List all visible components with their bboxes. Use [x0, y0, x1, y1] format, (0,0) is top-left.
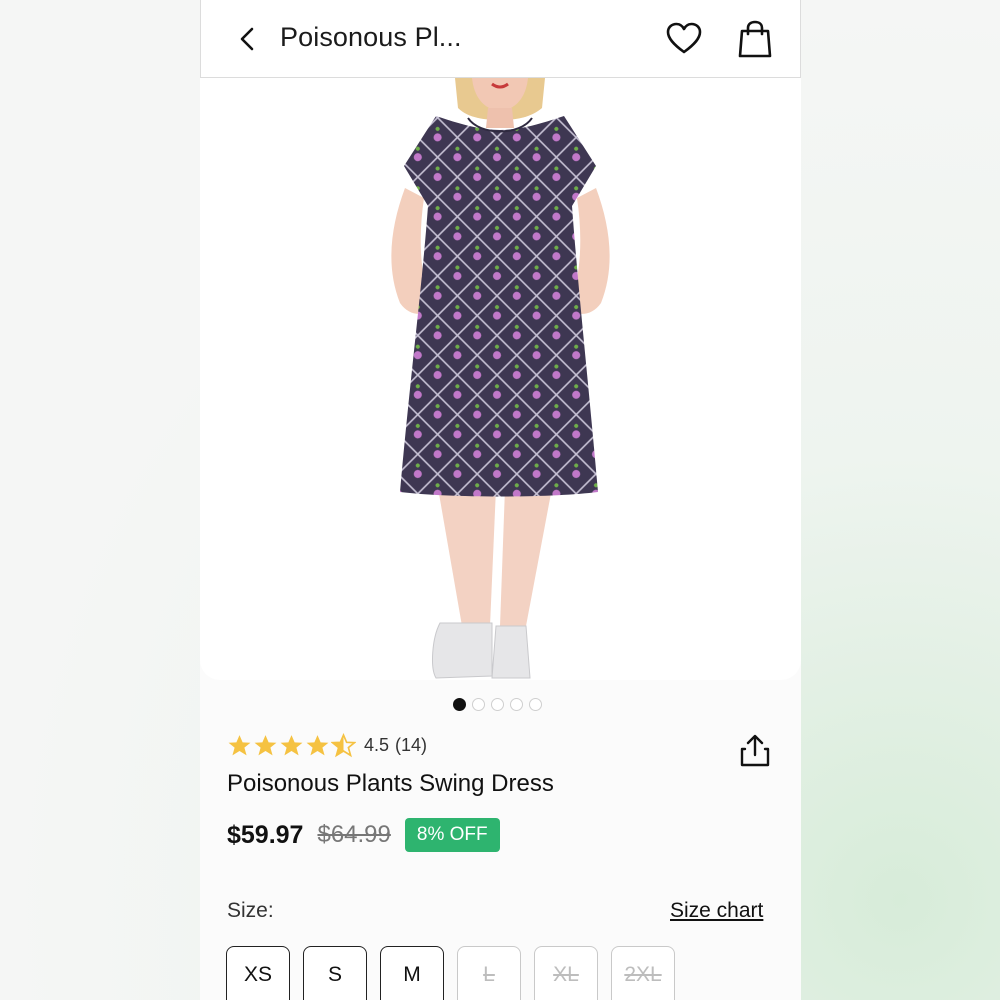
- size-option-2xl[interactable]: 2XL: [611, 946, 675, 1000]
- review-count[interactable]: (14): [395, 735, 427, 756]
- product-rating[interactable]: 4.5 (14): [227, 733, 427, 758]
- size-options: XS S M L XL 2XL: [226, 946, 675, 1000]
- star-icon: [228, 735, 251, 756]
- shopping-bag-icon: [738, 20, 772, 58]
- product-page: Poisonous Pl... 4.5 (14) Poisonous Plant…: [200, 0, 801, 1000]
- heart-icon: [666, 22, 702, 54]
- rating-stars: [227, 733, 356, 758]
- product-image[interactable]: [200, 78, 801, 680]
- original-price: $64.99: [317, 821, 391, 848]
- share-button[interactable]: [737, 733, 773, 769]
- product-name: Poisonous Plants Swing Dress: [227, 770, 554, 797]
- star-icon: [306, 735, 329, 756]
- chevron-left-icon: [240, 27, 254, 51]
- size-option-xl[interactable]: XL: [534, 946, 598, 1000]
- size-option-l[interactable]: L: [457, 946, 521, 1000]
- page-title: Poisonous Pl...: [280, 22, 462, 52]
- gallery-dot-3[interactable]: [491, 698, 504, 711]
- gallery-dot-4[interactable]: [510, 698, 523, 711]
- rating-value: 4.5: [364, 735, 390, 755]
- share-icon: [740, 734, 770, 767]
- back-button[interactable]: [233, 24, 263, 54]
- star-icon: [280, 735, 303, 756]
- dress-photo: [391, 78, 610, 679]
- price-row: $59.97 $64.99 8% OFF: [227, 818, 500, 852]
- size-label: Size:: [227, 899, 274, 922]
- gallery-dot-2[interactable]: [472, 698, 485, 711]
- top-bar: Poisonous Pl...: [200, 0, 801, 78]
- gallery-dot-1[interactable]: [453, 698, 466, 711]
- size-option-xs[interactable]: XS: [226, 946, 290, 1000]
- wishlist-button[interactable]: [665, 20, 703, 58]
- sale-price: $59.97: [227, 820, 304, 849]
- gallery-dot-5[interactable]: [529, 698, 542, 711]
- size-option-m[interactable]: M: [380, 946, 444, 1000]
- half-star-icon: [331, 733, 356, 758]
- size-option-s[interactable]: S: [303, 946, 367, 1000]
- star-icon: [254, 735, 277, 756]
- cart-button[interactable]: [737, 19, 773, 59]
- gallery-pagination: [453, 698, 542, 711]
- size-chart-link[interactable]: Size chart: [670, 899, 763, 923]
- discount-badge: 8% OFF: [404, 818, 500, 852]
